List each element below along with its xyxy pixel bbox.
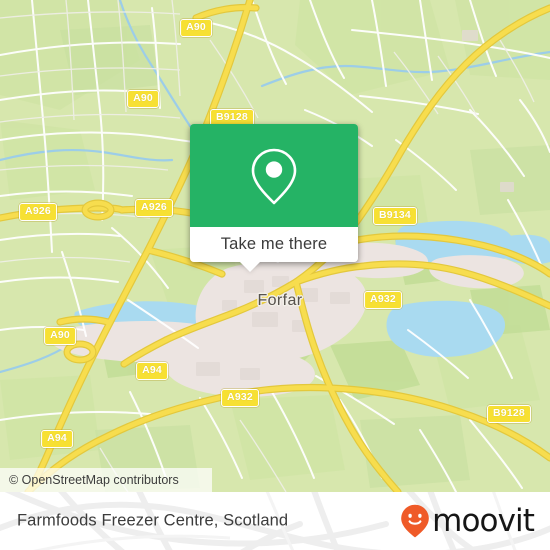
road-shield-a926: A926: [19, 203, 57, 221]
page-title: Farmfoods Freezer Centre, Scotland: [17, 511, 289, 530]
footer-bar: Farmfoods Freezer Centre, Scotland moovi…: [0, 492, 550, 550]
screenshot-root: A90 A90 B9128 A926 A926 B9134 A932 A90 A94 A932 B9…: [0, 0, 550, 550]
callout-pointer: [239, 261, 261, 272]
road-shield-a926: A926: [135, 199, 173, 217]
take-me-there-label: Take me there: [220, 235, 328, 253]
road-shield-a932: A932: [221, 389, 259, 407]
place-label-forfar: Forfar: [257, 292, 303, 309]
map-canvas[interactable]: A90 A90 B9128 A926 A926 B9134 A932 A90 A94 A932 B9…: [0, 0, 550, 492]
road-shield-b9134: B9134: [373, 207, 417, 225]
take-me-there-callout[interactable]: Take me there: [190, 124, 358, 272]
road-shield-b9128: B9128: [487, 405, 531, 423]
moovit-pin-icon: [400, 504, 430, 538]
callout-icon-panel: [190, 124, 358, 227]
moovit-brand[interactable]: moovit: [400, 502, 535, 539]
moovit-wordmark: moovit: [432, 502, 535, 539]
road-shield-a94: A94: [136, 362, 168, 380]
road-shield-a90: A90: [44, 327, 76, 345]
osm-attribution[interactable]: © OpenStreetMap contributors: [0, 468, 212, 492]
road-shield-a94: A94: [41, 430, 73, 448]
callout-action-panel[interactable]: Take me there: [190, 227, 358, 272]
road-shield-a90: A90: [127, 90, 159, 108]
road-shield-a932: A932: [364, 291, 402, 309]
road-shield-a90: A90: [180, 19, 212, 37]
osm-attribution-text: © OpenStreetMap contributors: [9, 473, 179, 487]
map-pin-icon: [246, 146, 302, 206]
